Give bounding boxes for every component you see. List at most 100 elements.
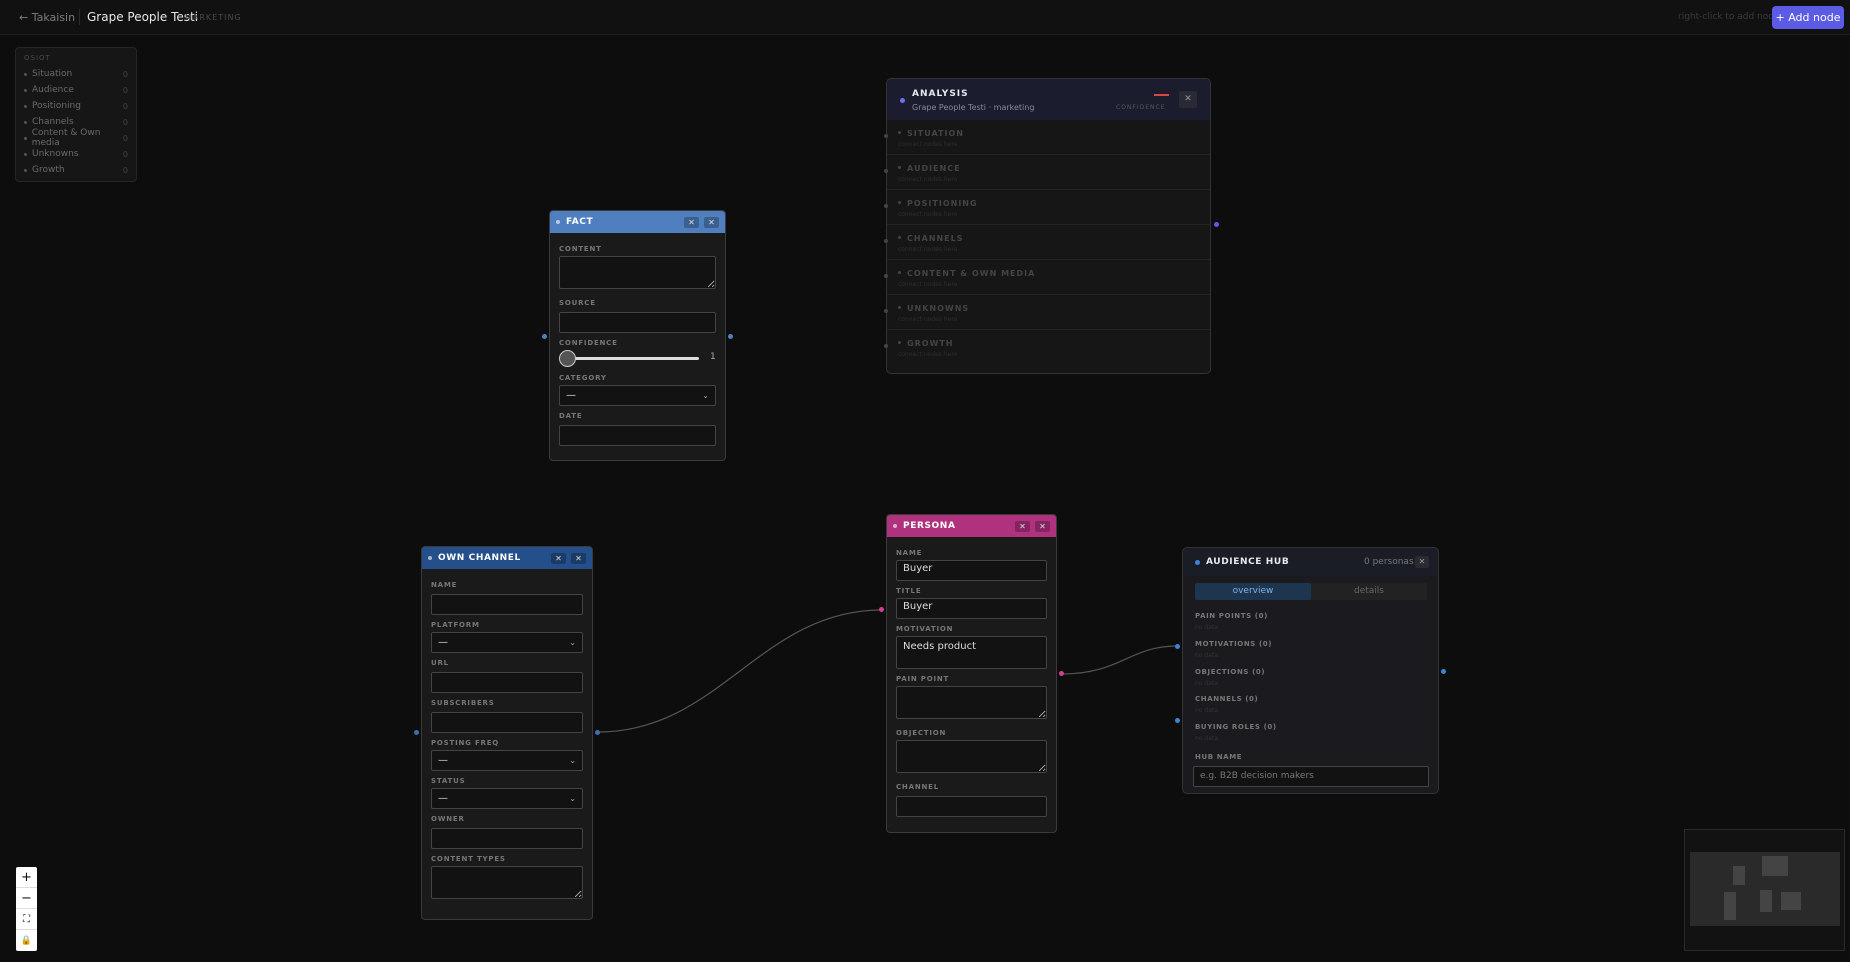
buying-roles-heading: BUYING ROLES (0): [1195, 723, 1277, 731]
chevron-down-icon: ⌄: [702, 391, 709, 400]
hub-tabs: overview details: [1195, 583, 1427, 600]
section-handle[interactable]: [884, 309, 888, 313]
close-icon[interactable]: ✕: [571, 552, 586, 564]
objection-field[interactable]: [896, 740, 1047, 773]
close-icon[interactable]: ✕: [1035, 520, 1050, 532]
lock-button[interactable]: 🔒: [16, 930, 37, 951]
collapse-icon[interactable]: ✕: [551, 552, 566, 564]
hub-name-input[interactable]: e.g. B2B decision makers: [1193, 766, 1429, 787]
section-handle[interactable]: [884, 274, 888, 278]
bullet-icon: [898, 201, 901, 204]
section-placeholder: connect nodes here: [898, 246, 958, 253]
confidence-label: CONFIDENCE: [1116, 104, 1166, 111]
field-label: CONTENT TYPES: [431, 855, 506, 863]
pain-point-field[interactable]: [896, 686, 1047, 719]
zoom-out-button[interactable]: −: [16, 888, 37, 909]
node-dot-icon: [1195, 560, 1200, 565]
close-icon[interactable]: ✕: [1415, 556, 1429, 568]
objections-heading: OBJECTIONS (0): [1195, 668, 1266, 676]
name-field[interactable]: [431, 594, 583, 615]
category-select[interactable]: — ⌄: [559, 385, 716, 406]
content-types-field[interactable]: [431, 866, 583, 899]
minimap[interactable]: [1684, 829, 1845, 951]
section-placeholder: connect nodes here: [898, 351, 958, 358]
platform-select[interactable]: — ⌄: [431, 632, 583, 653]
analysis-section-channels: CHANNELS connect nodes here: [884, 225, 1210, 260]
own-channel-node-header[interactable]: OWN CHANNEL ✕ ✕: [422, 547, 592, 569]
channel-output-handle[interactable]: [595, 730, 600, 735]
zoom-in-button[interactable]: +: [16, 867, 37, 888]
select-value: —: [438, 637, 448, 648]
edge-persona-to-hub[interactable]: [1061, 645, 1178, 675]
node-title: ANALYSIS: [912, 89, 969, 99]
minimap-node: [1762, 856, 1788, 876]
fact-output-handle[interactable]: [728, 334, 733, 339]
analysis-node[interactable]: ANALYSIS Grape People Testi · marketing …: [884, 78, 1211, 374]
close-icon[interactable]: ✕: [704, 216, 719, 228]
fact-node-header[interactable]: FACT ✕ ✕: [550, 211, 725, 233]
confidence-slider[interactable]: 1: [559, 350, 716, 368]
motivation-field[interactable]: Needs product: [896, 636, 1047, 669]
analysis-output-handle[interactable]: [1214, 222, 1219, 227]
tab-overview[interactable]: overview: [1195, 583, 1311, 600]
confidence-value: 1: [710, 352, 716, 362]
persona-input-handle[interactable]: [879, 607, 884, 612]
url-field[interactable]: [431, 672, 583, 693]
name-field[interactable]: Buyer: [896, 560, 1047, 581]
section-handle[interactable]: [884, 134, 888, 138]
hub-input-handle-2[interactable]: [1175, 718, 1180, 723]
empty-text: no data: [1195, 707, 1218, 714]
close-icon[interactable]: ✕: [1179, 91, 1197, 108]
minimap-viewport[interactable]: [1690, 852, 1840, 926]
node-title: AUDIENCE HUB: [1206, 557, 1290, 567]
field-label: POSTING FREQ: [431, 739, 500, 747]
section-handle[interactable]: [884, 344, 888, 348]
edge-channel-to-persona[interactable]: [597, 609, 883, 733]
minimap-node: [1760, 890, 1772, 912]
field-label: URL: [431, 659, 449, 667]
hub-output-handle[interactable]: [1441, 669, 1446, 674]
hub-header[interactable]: AUDIENCE HUB 0 personas ✕: [1183, 548, 1438, 576]
section-placeholder: connect nodes here: [898, 281, 958, 288]
hub-input-handle[interactable]: [1175, 644, 1180, 649]
audience-hub-node[interactable]: AUDIENCE HUB 0 personas ✕ overview detai…: [1182, 547, 1439, 794]
channel-input-handle[interactable]: [414, 730, 419, 735]
node-title: FACT: [566, 217, 594, 227]
motivations-heading: MOTIVATIONS (0): [1195, 640, 1273, 648]
fact-input-handle[interactable]: [542, 334, 547, 339]
posting-freq-select[interactable]: — ⌄: [431, 750, 583, 771]
content-field[interactable]: [559, 256, 716, 289]
section-title: CHANNELS: [907, 234, 964, 243]
own-channel-node[interactable]: OWN CHANNEL ✕ ✕ NAME PLATFORM — ⌄ URL SUB…: [421, 546, 593, 920]
fit-view-button[interactable]: ⛶: [16, 909, 37, 930]
section-placeholder: connect nodes here: [898, 211, 958, 218]
section-handle[interactable]: [884, 239, 888, 243]
date-field[interactable]: [559, 425, 716, 446]
section-handle[interactable]: [884, 204, 888, 208]
field-label: PLATFORM: [431, 621, 480, 629]
analysis-section-audience: AUDIENCE connect nodes here: [884, 155, 1210, 190]
title-field[interactable]: Buyer: [896, 598, 1047, 619]
tab-details[interactable]: details: [1311, 583, 1427, 600]
section-placeholder: connect nodes here: [898, 316, 958, 323]
channel-field[interactable]: [896, 796, 1047, 817]
fact-node[interactable]: FACT ✕ ✕ CONTENT SOURCE CONFIDENCE 1 CAT…: [549, 210, 726, 461]
field-label: CHANNEL: [896, 783, 939, 791]
subscribers-field[interactable]: [431, 712, 583, 733]
persona-node-header[interactable]: PERSONA ✕ ✕: [887, 515, 1056, 537]
persona-output-handle[interactable]: [1059, 671, 1064, 676]
select-value: —: [438, 755, 448, 766]
field-label: SOURCE: [559, 299, 596, 307]
collapse-icon[interactable]: ✕: [1015, 520, 1030, 532]
collapse-icon[interactable]: ✕: [684, 216, 699, 228]
persona-node[interactable]: PERSONA ✕ ✕ NAME Buyer TITLE Buyer MOTIV…: [886, 514, 1057, 833]
bullet-icon: [898, 271, 901, 274]
section-handle[interactable]: [884, 169, 888, 173]
analysis-header[interactable]: ANALYSIS Grape People Testi · marketing …: [887, 79, 1210, 120]
field-label: TITLE: [896, 587, 922, 595]
source-field[interactable]: [559, 312, 716, 333]
section-title: GROWTH: [907, 339, 954, 348]
slider-thumb[interactable]: [559, 350, 576, 367]
status-select[interactable]: — ⌄: [431, 788, 583, 809]
owner-field[interactable]: [431, 828, 583, 849]
